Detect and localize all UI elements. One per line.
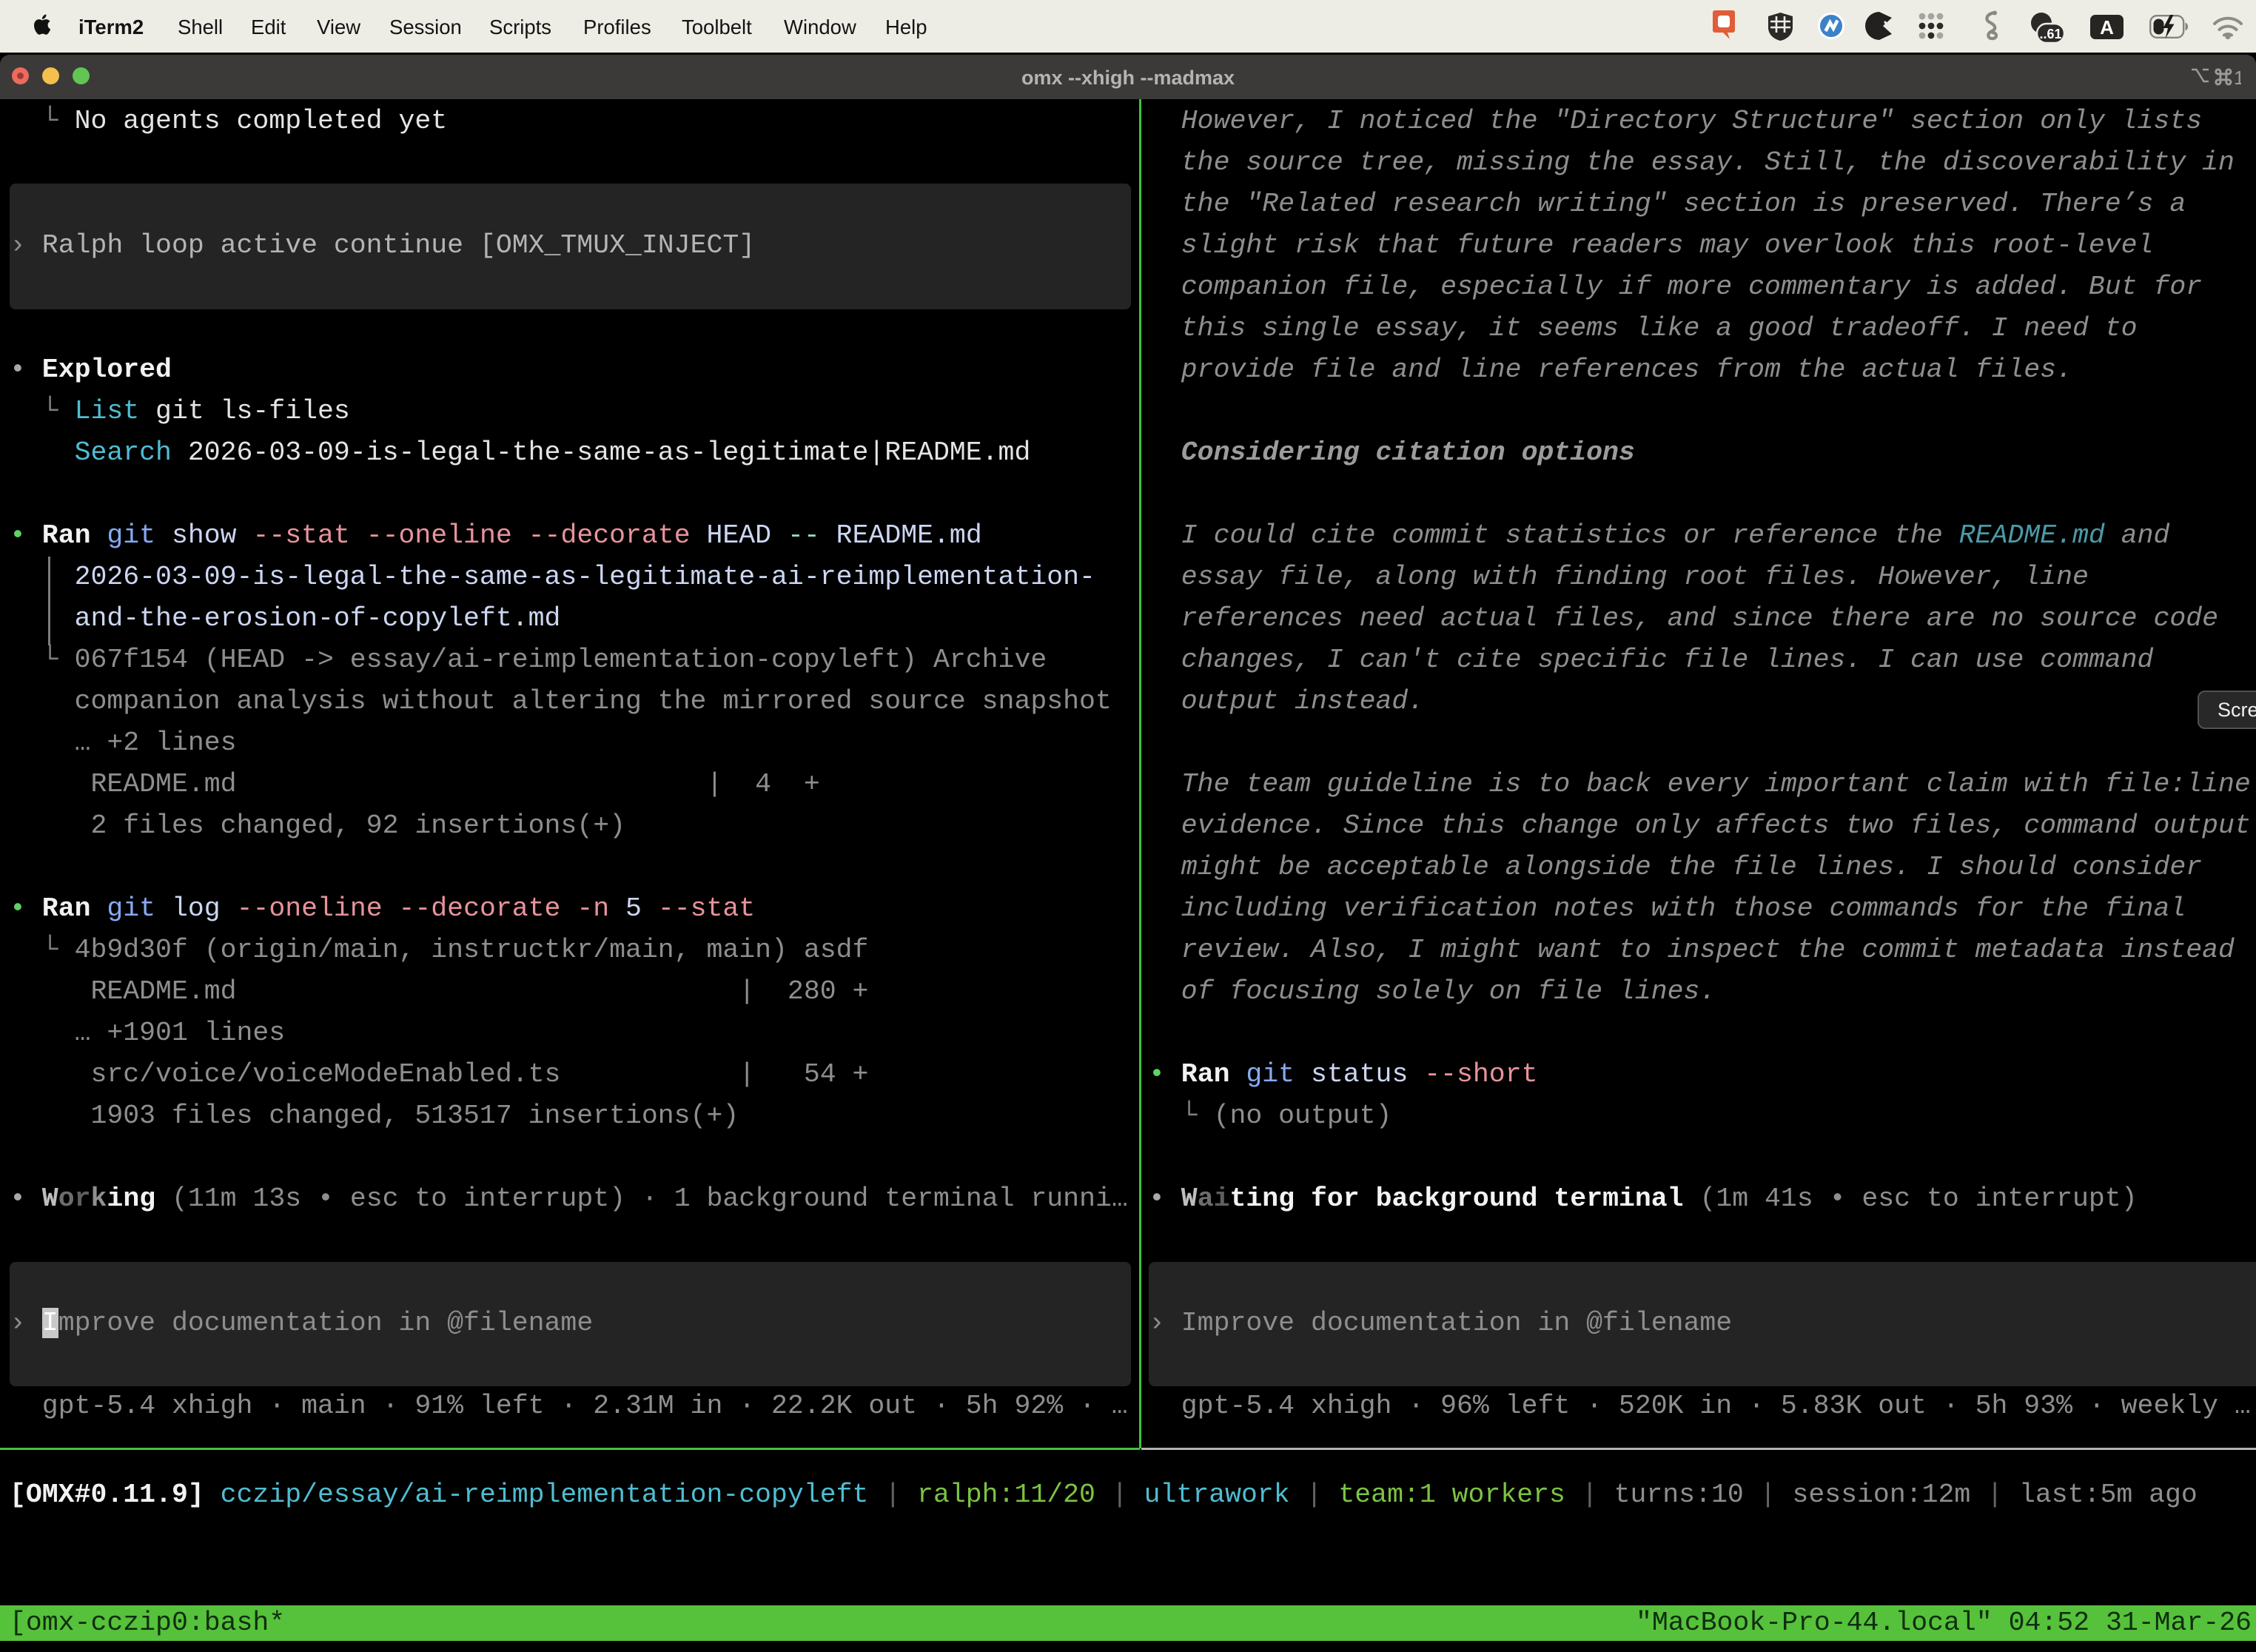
svg-text:..61: ..61 — [2039, 27, 2061, 41]
svg-text:1: 1 — [2234, 67, 2241, 89]
svg-text:A: A — [2100, 16, 2114, 38]
